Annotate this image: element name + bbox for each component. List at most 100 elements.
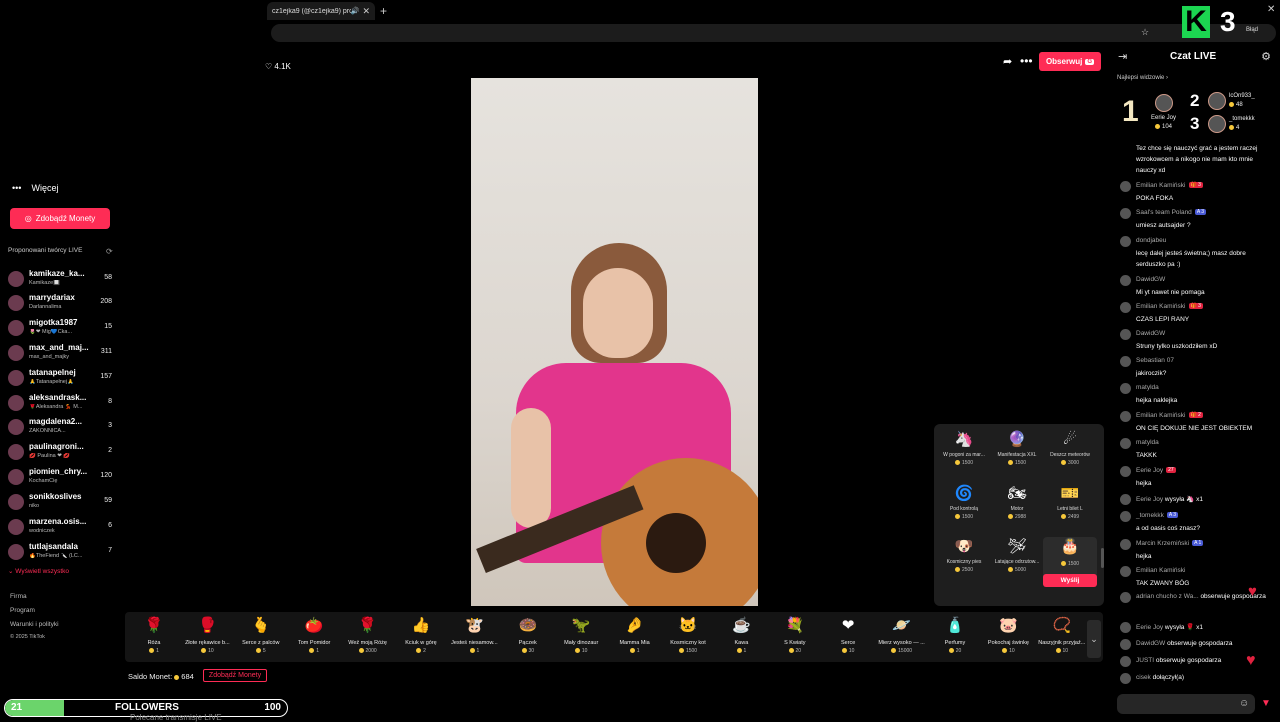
avatar[interactable] xyxy=(1120,673,1131,684)
gift-option[interactable]: 🏍 Motor 2988 xyxy=(990,484,1044,534)
browser-tab[interactable]: cz1ejka9 (@cz1ejka9) prow... 🔊 ✕ xyxy=(267,2,375,20)
address-bar[interactable]: ☆ xyxy=(267,22,1280,44)
avatar[interactable] xyxy=(1120,236,1131,247)
gift-bar-item[interactable]: 🫰 Serce z palców 5 xyxy=(236,612,286,654)
gift-bar-item[interactable]: 📿 Naszyjnik przyjaź... 10 xyxy=(1037,612,1087,654)
gift-bar-item[interactable]: ☕ Kawa 1 xyxy=(716,612,766,654)
chat-message[interactable]: Emilian Kamiński 🎁 3 CZAS LEPI RANY xyxy=(1120,302,1270,329)
gift-bar-item[interactable]: 🌹 Weź moją Różę 2000 xyxy=(343,612,393,654)
gift-bar-item[interactable]: 🦖 Mały dinozaur 10 xyxy=(556,612,606,654)
gift-option[interactable]: 🔮 Manifestacja XXL 1500 xyxy=(990,430,1044,480)
gift-bar-item[interactable]: 🐷 Pokochaj świnkę 10 xyxy=(983,612,1033,654)
chat-message[interactable]: dondjabeu lecę dalej jesteś świetna;) mas… xyxy=(1120,236,1270,275)
creator-item[interactable]: tatanapelnej 🙏Tatanapełnej🙏 157 xyxy=(8,367,116,391)
avatar[interactable] xyxy=(1120,181,1131,192)
avatar[interactable] xyxy=(1120,494,1131,505)
creator-item[interactable]: marrydariax Darlannalima 208 xyxy=(8,292,116,316)
gift-bar-item[interactable]: 👍 Kciuk w górę 2 xyxy=(396,612,446,654)
chat-username[interactable]: dondjabeu xyxy=(1136,237,1166,244)
collapse-chat-icon[interactable]: ⇥ xyxy=(1118,50,1127,63)
chat-message[interactable]: Eerie Joy wysyła 🦄 x1 xyxy=(1120,494,1270,511)
chat-message[interactable]: Eerie Joy 27 hejka xyxy=(1120,466,1270,493)
get-coins-small-button[interactable]: Zdobądź Monety xyxy=(203,669,267,682)
gift-option[interactable]: 🎫 Letni bilet L 2499 xyxy=(1043,484,1097,534)
show-all-link[interactable]: ⌄ Wyświetl wszystko xyxy=(8,567,69,575)
chat-username[interactable]: Eerie Joy 27 xyxy=(1136,467,1176,474)
gift-option[interactable]: ☄ Deszcz meteorów 3000 xyxy=(1043,430,1097,480)
chat-username[interactable]: Emilian Kamiński 🎁 2 xyxy=(1136,412,1203,419)
new-tab-button[interactable]: + xyxy=(380,4,387,18)
chat-message[interactable]: DawidGW Mi yt nawet nie pomaga xyxy=(1120,275,1270,302)
chat-message[interactable]: Emilian Kamiński 🎁 2 ON CIĘ DOKUJE NIE JES… xyxy=(1120,411,1270,438)
footer-link[interactable]: Program xyxy=(10,604,59,618)
settings-icon[interactable]: ⚙ xyxy=(1261,50,1271,63)
chat-message[interactable]: DawidGW Struny tylko uszkodziłem xD xyxy=(1120,329,1270,356)
chat-username[interactable]: Emilian Kamiński xyxy=(1136,567,1186,574)
avatar[interactable] xyxy=(1120,411,1131,422)
gift-bar-item[interactable]: 💐 S Kwiaty 20 xyxy=(770,612,820,654)
chat-username[interactable]: DawidGW obserwuje gospodarza xyxy=(1136,640,1232,647)
gift-bar-item[interactable]: 🧴 Perfumy 20 xyxy=(930,612,980,654)
creator-item[interactable]: sonikkoslives niko 59 xyxy=(8,491,116,515)
avatar[interactable] xyxy=(1120,622,1131,633)
avatar[interactable] xyxy=(1120,208,1131,219)
avatar[interactable] xyxy=(1120,592,1131,603)
creator-item[interactable]: paulinagroni... 💋 Paulina ❤ 💋 2 xyxy=(8,441,116,465)
refresh-icon[interactable]: ⟳ xyxy=(106,247,113,256)
chat-message[interactable]: Eerie Joy wysyła 🌹 x1 xyxy=(1120,622,1270,639)
more-options-icon[interactable]: ••• xyxy=(1020,54,1033,68)
gift-bar-item[interactable]: 🐮 Jesteś niesamow... 1 xyxy=(449,612,499,654)
send-icon[interactable]: ▼ xyxy=(1261,698,1271,709)
send-gift-button[interactable]: Wyślij xyxy=(1043,574,1097,587)
creator-item[interactable]: kamikaze_ka... Kamikaze🔲 58 xyxy=(8,268,116,292)
gift-bar-item[interactable]: 🍅 Tom Pomidor 1 xyxy=(289,612,339,654)
avatar[interactable] xyxy=(1120,566,1131,577)
chat-message[interactable]: Sebastian 07 jakiroczik? xyxy=(1120,356,1270,383)
gift-bar-item[interactable]: 🍩 Pączek 30 xyxy=(503,612,553,654)
avatar[interactable] xyxy=(1120,539,1131,550)
error-button[interactable]: Błąd xyxy=(1246,27,1258,33)
gift-bar-item[interactable]: ❤ Serce 10 xyxy=(823,612,873,654)
chat-message[interactable]: Emilian Kamiński 🎁 3 POKA FOKA xyxy=(1120,181,1270,208)
avatar[interactable] xyxy=(1120,383,1131,394)
chat-username[interactable]: Eerie Joy wysyła 🦄 x1 xyxy=(1136,495,1203,503)
chat-username[interactable]: cisek dołączył(a) xyxy=(1136,674,1184,681)
avatar[interactable] xyxy=(1120,511,1131,522)
emoji-icon[interactable]: ☺ xyxy=(1239,698,1249,709)
avatar[interactable] xyxy=(1120,329,1131,340)
get-coins-button[interactable]: ◎ Zdobądź Monety xyxy=(10,208,110,229)
chat-username[interactable]: JUSTI obserwuje gospodarza xyxy=(1136,657,1221,664)
gift-bar-item[interactable]: 🥊 Złote rękawice b... 10 xyxy=(182,612,232,654)
chat-username[interactable]: Sebastian 07 xyxy=(1136,357,1174,364)
more-menu[interactable]: ••• Więcej xyxy=(12,183,58,193)
chat-message[interactable]: Tez chce się nauczyć grać a jestem racze… xyxy=(1120,143,1270,179)
chat-message[interactable]: Saal's team Poland A 3 umiesz autsajder ? xyxy=(1120,208,1270,235)
follow-button[interactable]: Obserwuj G xyxy=(1039,52,1101,71)
top-viewers-label[interactable]: Najlepsi widzowie › xyxy=(1117,75,1168,81)
gift-option[interactable]: 🌀 Pod kontrolą 1500 xyxy=(937,484,991,534)
chat-username[interactable]: matylda xyxy=(1136,384,1159,391)
chat-username[interactable]: Saal's team Poland A 3 xyxy=(1136,209,1207,216)
gift-bar-item[interactable]: 🐱 Kosmiczny kot 1500 xyxy=(663,612,713,654)
footer-link[interactable]: Warunki i polityki xyxy=(10,618,59,632)
gift-option[interactable]: 🐶 Kosmiczny pies 2500 xyxy=(937,537,991,587)
chat-message[interactable]: matylda hejka naklejka xyxy=(1120,383,1270,410)
chat-username[interactable]: Emilian Kamiński 🎁 3 xyxy=(1136,303,1203,310)
live-video[interactable] xyxy=(471,78,758,606)
gift-bar-item[interactable]: 🌹 Róża 1 xyxy=(129,612,179,654)
close-window-button[interactable]: ✕ xyxy=(1267,4,1275,15)
avatar[interactable] xyxy=(1120,656,1131,667)
audio-icon[interactable]: 🔊 xyxy=(351,7,360,15)
gift-bar-item[interactable]: 🪐 Mierz wysoko — ... 15000 xyxy=(877,612,927,654)
chat-username[interactable]: DawidGW xyxy=(1136,330,1165,337)
footer-link[interactable]: Firma xyxy=(10,590,59,604)
chat-username[interactable]: adrian chucho z Wa... obserwuje gospodar… xyxy=(1136,593,1266,600)
chat-message[interactable]: Marcin Krzemiński A 1 hejka xyxy=(1120,539,1270,566)
gift-bar-item[interactable]: 🤌 Mamma Mia 1 xyxy=(610,612,660,654)
share-icon[interactable]: ➦ xyxy=(1003,55,1012,68)
tab-close-icon[interactable]: ✕ xyxy=(362,6,370,17)
avatar[interactable] xyxy=(1120,275,1131,286)
chat-username[interactable]: Eerie Joy wysyła 🌹 x1 xyxy=(1136,623,1203,631)
creator-item[interactable]: piomien_chry... KochamCię 120 xyxy=(8,466,116,490)
chat-input[interactable] xyxy=(1117,694,1255,714)
